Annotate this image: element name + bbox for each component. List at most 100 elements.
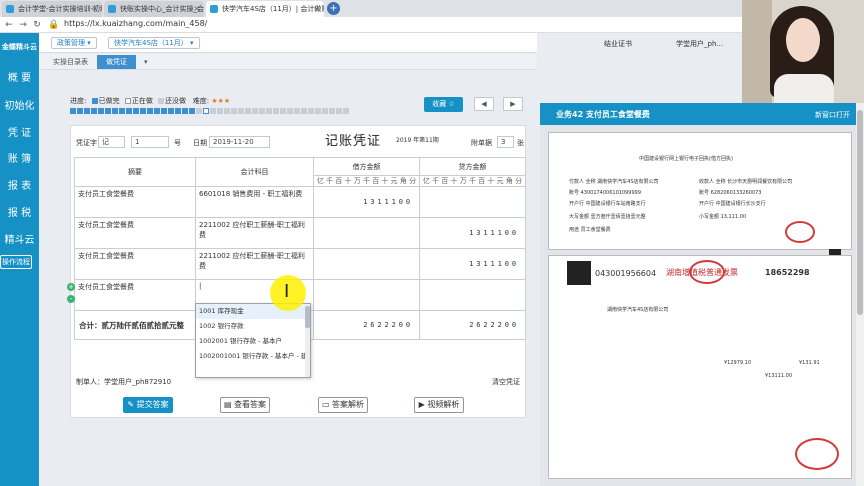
browser-tab-3[interactable]: 快学汽车4S店（11月）| 会计做账... × xyxy=(206,1,324,17)
clear-voucher-link[interactable]: 清空凭证 xyxy=(492,377,520,387)
operation-flow-button[interactable]: 操作流程 xyxy=(0,255,32,269)
progress-cell[interactable] xyxy=(70,108,76,114)
progress-cell[interactable] xyxy=(245,108,251,114)
progress-cell[interactable] xyxy=(322,108,328,114)
prev-button[interactable]: ◀ xyxy=(474,97,494,111)
progress-cell[interactable] xyxy=(112,108,118,114)
policy-dropdown[interactable]: 政策管理 ▾ xyxy=(51,37,97,49)
progress-cell[interactable] xyxy=(231,108,237,114)
tab-catalog[interactable]: 实操目录表 xyxy=(44,55,97,69)
dropdown-option[interactable]: 1002 银行存款 xyxy=(196,319,310,334)
progress-cell[interactable] xyxy=(182,108,188,114)
progress-cell[interactable] xyxy=(126,108,132,114)
sidebar-item-voucher[interactable]: 凭 证 xyxy=(0,124,39,139)
close-icon[interactable]: × xyxy=(193,1,200,17)
collect-button[interactable]: 收藏 ☆ xyxy=(424,97,463,112)
user-menu[interactable]: 学堂用户_ph... xyxy=(676,39,723,49)
date-input[interactable]: 2019-11-20 xyxy=(209,136,270,148)
debit-cell[interactable] xyxy=(313,248,420,280)
progress-cell[interactable] xyxy=(238,108,244,114)
progress-cell[interactable] xyxy=(175,108,181,114)
progress-cell[interactable] xyxy=(315,108,321,114)
add-row-icon[interactable]: + xyxy=(67,283,75,291)
forward-icon[interactable]: → xyxy=(18,20,28,30)
video-analysis-button[interactable]: ▶ 视频解析 xyxy=(414,397,464,413)
account-cell[interactable]: 6601018 销售费用 - 职工福利费 xyxy=(195,186,314,218)
url-text[interactable]: https://lx.kuaizhang.com/main_458/ xyxy=(64,19,207,28)
bank-receipt[interactable]: 中国建设银行网上银行电子回执(借方回执) 付款人 全称 湖南快学汽车4S店有限公… xyxy=(548,132,852,261)
progress-cell[interactable] xyxy=(133,108,139,114)
progress-cell[interactable] xyxy=(217,108,223,114)
attach-count-input[interactable]: 3 xyxy=(497,136,514,148)
reload-icon[interactable]: ↻ xyxy=(32,20,42,30)
submit-answer-button[interactable]: ✎ 提交答案 xyxy=(123,397,173,413)
progress-cell[interactable] xyxy=(189,108,195,114)
progress-cell[interactable] xyxy=(287,108,293,114)
voucher-word-select[interactable]: 记 xyxy=(98,136,125,148)
progress-cell[interactable] xyxy=(147,108,153,114)
debit-cell[interactable] xyxy=(313,279,420,311)
back-icon[interactable]: ← xyxy=(4,20,14,30)
close-icon[interactable]: × xyxy=(313,1,320,17)
progress-cell[interactable] xyxy=(329,108,335,114)
progress-cell[interactable] xyxy=(168,108,174,114)
account-cell[interactable]: 2211002 应付职工薪酬-职工福利费 xyxy=(195,217,314,249)
account-cell[interactable]: 2211002 应付职工薪酬-职工福利费 xyxy=(195,248,314,280)
close-icon[interactable]: × xyxy=(91,1,98,17)
dropdown-option[interactable]: 1002001 银行存款 - 基本户 xyxy=(196,334,310,349)
credit-cell[interactable]: 1311100 xyxy=(419,248,526,280)
certificate-link[interactable]: 结业证书 xyxy=(604,39,632,49)
subnav-more-icon[interactable]: ▾ xyxy=(140,55,152,69)
credit-cell[interactable]: 1311100 xyxy=(419,217,526,249)
progress-cell[interactable] xyxy=(308,108,314,114)
progress-cell[interactable] xyxy=(266,108,272,114)
progress-cell[interactable] xyxy=(224,108,230,114)
progress-cell[interactable] xyxy=(119,108,125,114)
progress-cell[interactable] xyxy=(259,108,265,114)
progress-cell[interactable] xyxy=(203,108,209,114)
progress-cell[interactable] xyxy=(280,108,286,114)
debit-cell[interactable]: 1311100 xyxy=(313,186,420,218)
sidebar-item-cloud[interactable]: 精斗云 xyxy=(0,231,39,246)
summary-cell[interactable]: 支付员工食堂餐费 xyxy=(74,186,196,218)
tab-make-voucher[interactable]: 做凭证 xyxy=(97,55,136,69)
sidebar-item-overview[interactable]: 概 要 xyxy=(0,69,39,84)
progress-cell[interactable] xyxy=(343,108,349,114)
sidebar-item-ledger[interactable]: 账 簿 xyxy=(0,150,39,165)
company-dropdown[interactable]: 快学汽车4S店（11月） ▾ xyxy=(108,37,200,49)
next-button[interactable]: ▶ xyxy=(503,97,523,111)
credit-cell[interactable] xyxy=(419,186,526,218)
panel-scroll-thumb[interactable] xyxy=(857,110,863,315)
progress-cell[interactable] xyxy=(336,108,342,114)
summary-cell[interactable]: 支付员工食堂餐费 xyxy=(74,279,196,311)
progress-cell[interactable] xyxy=(154,108,160,114)
open-new-window-link[interactable]: 新窗口打开 xyxy=(815,110,850,120)
debit-cell[interactable] xyxy=(313,217,420,249)
credit-cell[interactable] xyxy=(419,279,526,311)
progress-cell[interactable] xyxy=(98,108,104,114)
new-tab-button[interactable]: + xyxy=(327,2,340,15)
sidebar-item-report[interactable]: 报 表 xyxy=(0,177,39,192)
voucher-number-input[interactable]: 1 xyxy=(131,136,169,148)
progress-cell[interactable] xyxy=(252,108,258,114)
summary-cell[interactable]: 支付员工食堂餐费 xyxy=(74,248,196,280)
progress-cell[interactable] xyxy=(273,108,279,114)
vat-invoice[interactable]: 043001956604 湖南增值税普通发票 18652298 湖南快学汽车4S… xyxy=(548,255,852,479)
progress-cell[interactable] xyxy=(161,108,167,114)
view-answer-button[interactable]: ▤ 查看答案 xyxy=(220,397,270,413)
dropdown-scroll-thumb[interactable] xyxy=(305,306,310,328)
progress-cell[interactable] xyxy=(105,108,111,114)
progress-cell[interactable] xyxy=(301,108,307,114)
progress-cell[interactable] xyxy=(84,108,90,114)
progress-cell[interactable] xyxy=(210,108,216,114)
browser-tab-1[interactable]: 会计学堂-会计实操培训-初级中级会计...× xyxy=(2,1,102,17)
sidebar-item-tax[interactable]: 报 税 xyxy=(0,204,39,219)
dropdown-option[interactable]: 1002001001 银行存款 - 基本户 - 建设银行车站南路支行9999 xyxy=(196,349,310,364)
delete-row-icon[interactable]: - xyxy=(67,295,75,303)
sidebar-item-init[interactable]: 初始化 xyxy=(0,97,39,112)
summary-cell[interactable]: 支付员工食堂餐费 xyxy=(74,217,196,249)
progress-cell[interactable] xyxy=(140,108,146,114)
browser-tab-2[interactable]: 快账实操中心_会计实操_会计做账实...× xyxy=(104,1,204,17)
progress-cell[interactable] xyxy=(91,108,97,114)
progress-cell[interactable] xyxy=(294,108,300,114)
